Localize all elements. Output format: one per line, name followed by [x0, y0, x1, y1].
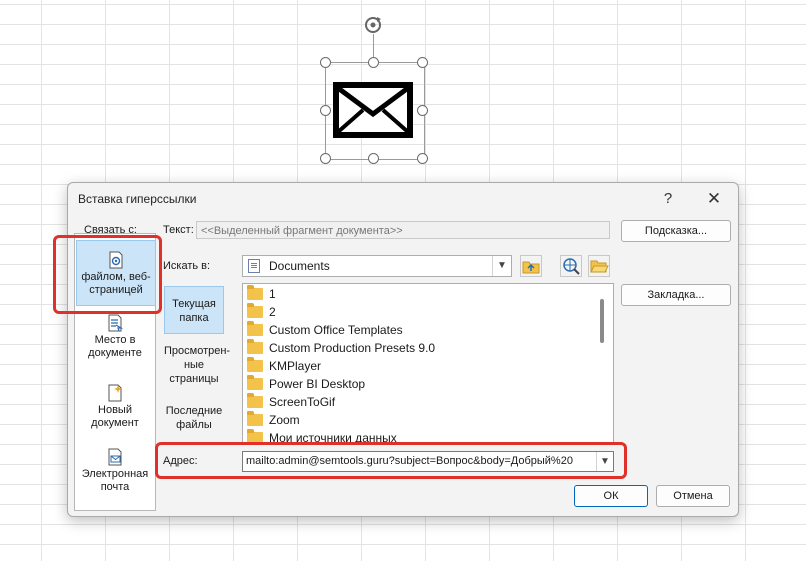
resize-handle-se[interactable]	[417, 153, 428, 164]
recent-files-line1: Последние	[165, 405, 223, 417]
up-folder-icon	[522, 261, 540, 274]
resize-handle-n[interactable]	[368, 57, 379, 68]
look-in-label: Искать в:	[163, 260, 211, 272]
recent-files-tab[interactable]: Последние файлы	[164, 404, 224, 436]
folder-icon	[247, 357, 263, 372]
documents-folder-icon	[248, 259, 260, 273]
document-place-icon	[108, 314, 124, 332]
new-document-icon	[108, 384, 122, 402]
file-list-scrollbar[interactable]	[600, 299, 604, 343]
file-name: ScreenToGif	[269, 395, 336, 409]
file-name: Custom Production Presets 9.0	[269, 341, 436, 355]
file-list-item[interactable]: 1	[247, 285, 276, 303]
browsed-pages-tab[interactable]: Просмотрен- ные страницы	[164, 344, 230, 388]
folder-icon	[247, 321, 263, 336]
file-name: Power BI Desktop	[269, 377, 366, 391]
file-name: Custom Office Templates	[269, 323, 403, 337]
browse-web-button[interactable]	[560, 255, 582, 277]
file-list-item[interactable]: KMPlayer	[247, 357, 321, 375]
folder-icon	[247, 339, 263, 354]
text-label: Текст:	[163, 224, 194, 236]
link-to-place-line2: документе	[88, 347, 142, 359]
open-folder-icon	[590, 260, 609, 273]
resize-handle-e[interactable]	[417, 105, 428, 116]
browsed-pages-line2: ные	[183, 359, 205, 371]
file-name: Zoom	[269, 413, 300, 427]
file-name: KMPlayer	[269, 359, 322, 373]
current-folder-line2: папка	[179, 312, 209, 324]
dialog-titlebar: Вставка гиперссылки ? ✕	[68, 183, 738, 215]
envelope-icon	[333, 82, 413, 138]
folder-icon	[247, 285, 263, 300]
link-to-email-line2: почта	[100, 481, 130, 493]
link-to-place-line1: Место в	[94, 334, 136, 346]
file-list-item[interactable]: 2	[247, 303, 276, 321]
highlight-address	[155, 442, 627, 479]
cancel-button[interactable]: Отмена	[656, 485, 730, 507]
resize-handle-s[interactable]	[368, 153, 379, 164]
folder-icon	[247, 393, 263, 408]
look-in-value: Documents	[269, 259, 330, 273]
look-in-dropdown[interactable]: Documents ▼	[242, 255, 512, 277]
link-to-place-in-document[interactable]: Место в документе	[76, 314, 154, 374]
resize-handle-sw[interactable]	[320, 153, 331, 164]
resize-handle-ne[interactable]	[417, 57, 428, 68]
help-button[interactable]: ?	[648, 187, 688, 211]
bookmark-button[interactable]: Закладка...	[621, 284, 731, 306]
ok-button[interactable]: ОК	[574, 485, 648, 507]
file-list-item[interactable]: Custom Office Templates	[247, 321, 403, 339]
browsed-pages-line1: Просмотрен-	[164, 345, 231, 357]
link-to-email-line1: Электронная	[81, 468, 149, 480]
current-folder-line1: Текущая	[172, 298, 216, 310]
chevron-down-icon: ▼	[492, 256, 511, 276]
recent-files-line2: файлы	[176, 419, 212, 431]
file-list-item[interactable]: Мои источники данных	[247, 429, 397, 442]
link-to-email[interactable]: Электронная почта	[76, 448, 154, 508]
resize-handle-w[interactable]	[320, 105, 331, 116]
browse-file-button[interactable]	[588, 255, 610, 277]
link-to-new-document[interactable]: Новый документ	[76, 384, 154, 444]
rotate-handle-icon[interactable]	[362, 14, 384, 36]
file-list: 1 2 Custom Office Templates Custom Produ…	[242, 283, 614, 443]
link-to-new-doc-line1: Новый	[98, 404, 132, 416]
folder-icon	[247, 303, 263, 318]
email-icon	[108, 448, 122, 466]
file-list-item[interactable]: Custom Production Presets 9.0	[247, 339, 435, 357]
close-button[interactable]: ✕	[694, 187, 734, 211]
resize-handle-nw[interactable]	[320, 57, 331, 68]
dialog-title: Вставка гиперссылки	[78, 192, 197, 206]
file-name: 2	[269, 305, 276, 319]
current-folder-tab[interactable]: Текущая папка	[164, 286, 224, 334]
link-to-new-doc-line2: документ	[91, 417, 139, 429]
folder-icon	[247, 411, 263, 426]
folder-icon	[247, 375, 263, 390]
file-name: 1	[269, 287, 276, 301]
screentip-button[interactable]: Подсказка...	[621, 220, 731, 242]
highlight-file-link	[53, 235, 162, 314]
file-list-item[interactable]: Power BI Desktop	[247, 375, 365, 393]
look-in-panel: Текущая папка Просмотрен- ные страницы П…	[162, 283, 230, 443]
display-text-field[interactable]: <<Выделенный фрагмент документа>>	[196, 221, 610, 239]
file-list-item[interactable]: ScreenToGif	[247, 393, 335, 411]
file-list-item[interactable]: Zoom	[247, 411, 300, 429]
browsed-pages-line3: страницы	[169, 373, 219, 385]
browse-web-icon	[563, 258, 580, 275]
up-folder-button[interactable]	[520, 255, 542, 277]
